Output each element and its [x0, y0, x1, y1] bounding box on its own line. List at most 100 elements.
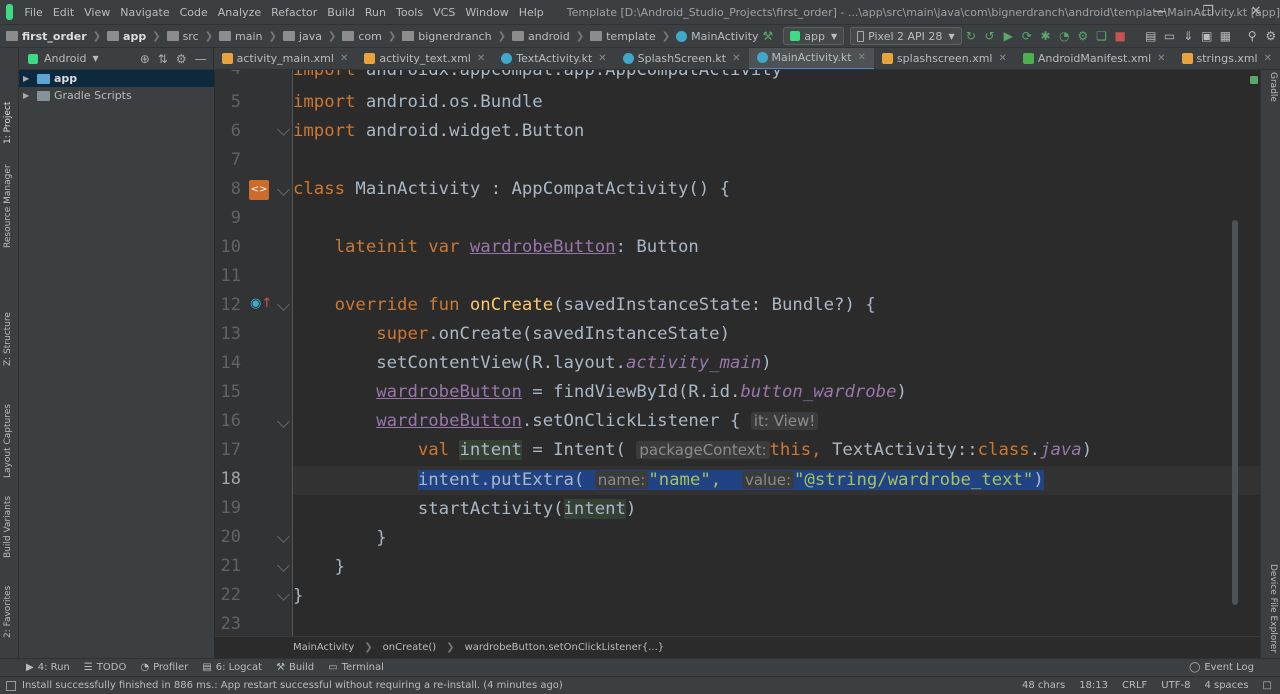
event-log-button[interactable]: ◯ Event Log — [1189, 662, 1254, 673]
todo-tool-window-button[interactable]: ☰ TODO — [84, 662, 127, 673]
apply-changes-restart-icon[interactable]: ↻ — [962, 29, 981, 43]
file-encoding[interactable]: UTF-8 — [1161, 680, 1190, 691]
menu-analyze[interactable]: Analyze — [213, 6, 266, 19]
crumb-app[interactable]: app ❯ — [101, 30, 161, 43]
settings-icon[interactable]: ⚙ — [1261, 29, 1280, 43]
crumb-src[interactable]: src ❯ — [161, 30, 213, 43]
crumb-template[interactable]: template ❯ — [584, 30, 670, 43]
menu-vcs[interactable]: VCS — [428, 6, 460, 19]
editor-scrollbar[interactable] — [1232, 220, 1238, 605]
crumb-android[interactable]: android ❯ — [506, 30, 584, 43]
code-editor[interactable]: 4 5 6 7 8 9 10 11 12 13 14 15 16 17 18 1… — [215, 70, 1260, 636]
close-tab-icon[interactable]: ✕ — [340, 53, 348, 64]
tab-activity-main-xml[interactable]: activity_main.xml ✕ — [214, 48, 357, 69]
breadcrumb-function[interactable]: onCreate() — [383, 642, 437, 653]
fold-marker-icon[interactable] — [277, 559, 290, 572]
crumb-mainactivity[interactable]: MainActivity — [670, 30, 759, 43]
tool-windows-toggle-icon[interactable] — [6, 680, 16, 691]
breadcrumb-lambda[interactable]: wardrobeButton.setOnClickListener{...} — [465, 642, 665, 653]
status-message[interactable]: Install successfully finished in 886 ms.… — [22, 680, 563, 691]
tab-splashscreen-xml[interactable]: splashscreen.xml ✕ — [874, 48, 1015, 69]
close-tab-icon[interactable]: ✕ — [1264, 53, 1272, 64]
terminal-tool-window-button[interactable]: ▭ Terminal — [328, 662, 384, 673]
tab-strings-xml[interactable]: strings.xml ✕ — [1174, 48, 1280, 69]
project-tool-button[interactable]: 1: Project — [3, 102, 13, 144]
line-separator[interactable]: CRLF — [1122, 680, 1147, 691]
gear-icon[interactable]: ⚙ — [176, 52, 187, 66]
tab-splashscreen-kt[interactable]: SplashScreen.kt ✕ — [615, 48, 749, 69]
build-variants-tool-button[interactable]: Build Variants — [3, 496, 13, 558]
override-method-icon[interactable]: ◉↑ — [250, 296, 272, 311]
fold-marker-icon[interactable] — [277, 183, 290, 196]
stop-icon[interactable]: ■ — [1111, 29, 1130, 43]
device-select[interactable]: Pixel 2 API 28 ▼ — [850, 27, 962, 45]
make-project-icon[interactable]: ⚒ — [759, 29, 778, 43]
sdk-manager-icon[interactable]: ⇓ — [1179, 29, 1198, 43]
menu-edit[interactable]: Edit — [48, 6, 79, 19]
fold-marker-icon[interactable] — [277, 588, 290, 601]
gradle-tool-button[interactable]: Gradle — [1268, 72, 1278, 102]
maximize-icon[interactable]: ❐ — [1184, 0, 1232, 24]
fold-marker-icon[interactable] — [277, 298, 290, 311]
menu-tools[interactable]: Tools — [391, 6, 428, 19]
crumb-project[interactable]: first_order ❯ — [0, 30, 101, 43]
fold-marker-icon[interactable] — [277, 123, 290, 136]
hide-icon[interactable]: — — [195, 52, 207, 66]
close-tab-icon[interactable]: ✕ — [732, 53, 740, 64]
inspection-ok-icon[interactable] — [1250, 76, 1258, 84]
close-tab-icon[interactable]: ✕ — [1157, 53, 1165, 64]
run-tool-window-button[interactable]: ▶ 4: Run — [26, 662, 70, 673]
attach-process-icon[interactable]: ❏ — [1092, 29, 1111, 43]
build-tool-window-button[interactable]: ⚒ Build — [276, 662, 314, 673]
device-file-explorer-tool-button[interactable]: Device File Explorer — [1268, 564, 1278, 653]
fold-marker-icon[interactable] — [277, 415, 290, 428]
menu-file[interactable]: File — [19, 6, 47, 19]
structure-tool-button[interactable]: Z: Structure — [3, 312, 13, 366]
indent-setting[interactable]: 4 spaces — [1204, 680, 1248, 691]
fold-marker-icon[interactable] — [277, 530, 290, 543]
run-icon[interactable]: ▶ — [999, 29, 1018, 43]
tree-item-app[interactable]: ▶ app — [19, 70, 214, 87]
close-icon[interactable]: ✕ — [1232, 0, 1280, 24]
expand-arrow-icon[interactable]: ▶ — [23, 74, 37, 83]
resource-manager-tool-button[interactable]: Resource Manager — [3, 164, 13, 248]
tab-mainactivity-kt[interactable]: MainActivity.kt ✕ — [748, 48, 874, 69]
favorites-tool-button[interactable]: 2: Favorites — [3, 586, 13, 638]
sync-gradle-icon[interactable]: ▤ — [1142, 29, 1161, 43]
apply-code-changes-icon[interactable]: ↺ — [980, 29, 999, 43]
breadcrumb-class[interactable]: MainActivity — [293, 642, 354, 653]
menu-window[interactable]: Window — [460, 6, 513, 19]
tab-androidmanifest-xml[interactable]: AndroidManifest.xml ✕ — [1015, 48, 1174, 69]
attach-debugger-icon[interactable]: ⚙ — [1074, 29, 1093, 43]
lock-icon[interactable]: □ — [1263, 680, 1272, 691]
layout-inspector-icon[interactable]: ▣ — [1197, 29, 1216, 43]
layout-preview-icon[interactable]: <> — [249, 180, 269, 200]
tab-activity-text-xml[interactable]: activity_text.xml ✕ — [356, 48, 493, 69]
close-tab-icon[interactable]: ✕ — [598, 53, 606, 64]
menu-build[interactable]: Build — [322, 6, 360, 19]
minimize-icon[interactable]: — — [1136, 0, 1184, 24]
crumb-main[interactable]: main ❯ — [213, 30, 277, 43]
crumb-java[interactable]: java ❯ — [277, 30, 336, 43]
avd-manager-icon[interactable]: ▭ — [1160, 29, 1179, 43]
debug-icon[interactable]: ✱ — [1036, 29, 1055, 43]
profile-icon[interactable]: ◔ — [1055, 29, 1074, 43]
menu-run[interactable]: Run — [360, 6, 391, 19]
logcat-tool-window-button[interactable]: ▤ 6: Logcat — [202, 662, 262, 673]
layout-captures-tool-button[interactable]: Layout Captures — [3, 404, 13, 478]
close-tab-icon[interactable]: ✕ — [858, 52, 866, 63]
crumb-bignerdranch[interactable]: bignerdranch ❯ — [396, 30, 506, 43]
profiler-tool-window-button[interactable]: ◔ Profiler — [140, 662, 188, 673]
tab-textactivity-kt[interactable]: TextActivity.kt ✕ — [493, 48, 614, 69]
run-config-select[interactable]: app ▼ — [783, 27, 845, 45]
structure-icon[interactable]: ▦ — [1216, 29, 1235, 43]
menu-refactor[interactable]: Refactor — [266, 6, 322, 19]
project-view-selector[interactable]: Android ▼ ⊕ ⇅ ⚙ — — [0, 48, 214, 69]
locate-icon[interactable]: ⊕ — [140, 52, 150, 66]
tree-item-gradle-scripts[interactable]: ▶ Gradle Scripts — [19, 87, 214, 104]
menu-navigate[interactable]: Navigate — [115, 6, 174, 19]
menu-help[interactable]: Help — [514, 6, 549, 19]
close-tab-icon[interactable]: ✕ — [998, 53, 1006, 64]
close-tab-icon[interactable]: ✕ — [477, 53, 485, 64]
collapse-icon[interactable]: ⇅ — [158, 52, 168, 66]
